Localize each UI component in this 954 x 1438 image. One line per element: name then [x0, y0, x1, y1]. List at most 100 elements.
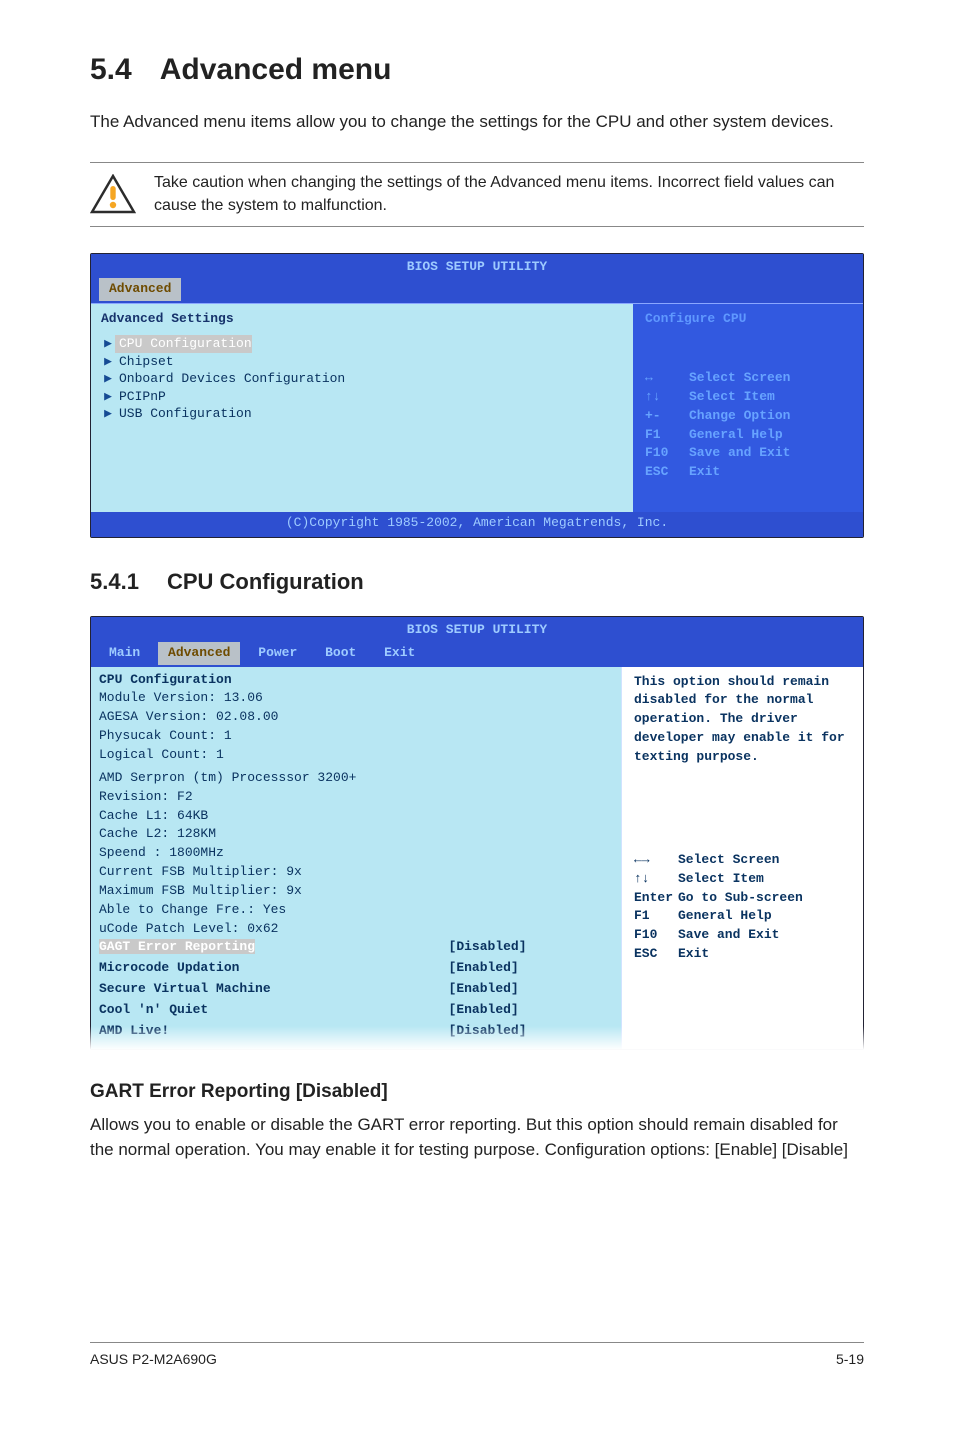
bios2-key-row: EnterGo to Sub-screen — [634, 889, 853, 908]
page-footer: ASUS P2-M2A690G 5-19 — [90, 1349, 864, 1369]
bios2-setting-label[interactable]: Microcode Updation — [99, 959, 449, 978]
bios2-tab-power[interactable]: Power — [248, 642, 307, 665]
bios1-key: ↔ — [645, 369, 689, 388]
bios1-header-line: Advanced Settings — [101, 310, 623, 329]
bios2-info-line: AMD Serpron (tm) Processsor 3200+ — [99, 769, 613, 788]
bios2-info-line: AGESA Version: 02.08.00 — [99, 708, 613, 727]
bios1-key: F10 — [645, 444, 689, 463]
bios2-key-row: F1General Help — [634, 907, 853, 926]
bios2-key-row: ↑↓Select Item — [634, 870, 853, 889]
bios1-key-desc: General Help — [689, 426, 783, 445]
bios1-title: BIOS SETUP UTILITY — [91, 254, 863, 279]
bios2-tab-advanced[interactable]: Advanced — [158, 642, 240, 665]
note-divider-bottom — [90, 226, 864, 227]
section-intro: The Advanced menu items allow you to cha… — [90, 110, 864, 135]
bios1-menu-label: Chipset — [115, 353, 174, 371]
submenu-arrow-icon: ▶ — [101, 370, 115, 388]
bios2-setting-value: [Disabled] — [449, 1022, 613, 1041]
bios2-info-line: Logical Count: 1 — [99, 746, 613, 765]
bios2-key-desc: Go to Sub-screen — [678, 889, 803, 908]
section-title-text: Advanced menu — [160, 53, 392, 86]
section-number: 5.4 — [90, 53, 132, 86]
bios1-key: ↑↓ — [645, 388, 689, 407]
bios2-setting-value: [Enabled] — [449, 1001, 613, 1020]
bios1-menu-item-cpu-config[interactable]: ▶CPU Configuration — [101, 335, 623, 353]
bios2-key-row: ESCExit — [634, 945, 853, 964]
bios1-key-desc: Change Option — [689, 407, 790, 426]
bios2-info-line: Cache L1: 64KB — [99, 807, 613, 826]
bios1-menu-label: USB Configuration — [115, 405, 252, 423]
bios1-menu-label: CPU Configuration — [115, 335, 252, 353]
bios1-help-text: Configure CPU — [645, 310, 853, 329]
bios2-key: ←→ — [634, 851, 678, 870]
bios1-tabs: Advanced — [91, 278, 863, 303]
bios1-key-desc: Exit — [689, 463, 720, 482]
bios2-key: F1 — [634, 907, 678, 926]
bios2-tabs: Main Advanced Power Boot Exit — [91, 642, 863, 667]
bios2-setting-value: [Enabled] — [449, 959, 613, 978]
bios1-key-desc: Save and Exit — [689, 444, 790, 463]
bios2-key-row: F10Save and Exit — [634, 926, 853, 945]
subsection-title-text: CPU Configuration — [167, 569, 364, 594]
bios2-title: BIOS SETUP UTILITY — [91, 617, 863, 642]
bios1-key: ESC — [645, 463, 689, 482]
submenu-arrow-icon: ▶ — [101, 335, 115, 353]
warning-icon — [90, 174, 136, 214]
bios1-key-row: +-Change Option — [645, 407, 853, 426]
bios2-key-desc: Select Screen — [678, 851, 779, 870]
bios1-key-desc: Select Screen — [689, 369, 790, 388]
bios-window-1: BIOS SETUP UTILITY Advanced Advanced Set… — [90, 253, 864, 539]
bios2-tab-exit[interactable]: Exit — [374, 642, 425, 665]
bios1-key: +- — [645, 407, 689, 426]
bios2-info-line: Current FSB Multiplier: 9x — [99, 863, 613, 882]
footer-divider — [90, 1342, 864, 1343]
bios2-info-line: Cache L2: 128KM — [99, 825, 613, 844]
item-body: Allows you to enable or disable the GART… — [90, 1113, 864, 1162]
bios1-menu-item-onboard[interactable]: ▶Onboard Devices Configuration — [101, 370, 623, 388]
bios2-help-text: This option should remain disabled for t… — [634, 673, 853, 767]
bios1-left-panel: Advanced Settings ▶CPU Configuration ▶Ch… — [91, 304, 633, 512]
bios2-info-line: CPU Configuration — [99, 671, 613, 690]
bios2-key-row: ←→Select Screen — [634, 851, 853, 870]
bios2-key-desc: General Help — [678, 907, 772, 926]
bios2-info-line: Speend : 1800MHz — [99, 844, 613, 863]
bios2-setting-row[interactable]: GAGT Error Reporting — [99, 938, 449, 957]
subsection-number: 5.4.1 — [90, 569, 139, 594]
bios1-menu-label: Onboard Devices Configuration — [115, 370, 345, 388]
bios1-menu-item-chipset[interactable]: ▶Chipset — [101, 353, 623, 371]
bios1-key: F1 — [645, 426, 689, 445]
bios2-setting-label[interactable]: AMD Live! — [99, 1022, 449, 1041]
bios2-info-line: Module Version: 13.06 — [99, 689, 613, 708]
bios2-tab-main[interactable]: Main — [99, 642, 150, 665]
bios2-key-desc: Select Item — [678, 870, 764, 889]
bios2-tab-boot[interactable]: Boot — [315, 642, 366, 665]
note-text: Take caution when changing the settings … — [154, 171, 864, 217]
bios2-setting-label[interactable]: Cool 'n' Quiet — [99, 1001, 449, 1020]
bios2-key-desc: Exit — [678, 945, 709, 964]
bios2-settings-grid: GAGT Error Reporting [Disabled] Microcode… — [99, 938, 613, 1040]
bios2-info-line: uCode Patch Level: 0x62 — [99, 920, 613, 939]
bios2-key: F10 — [634, 926, 678, 945]
bios2-help-panel: This option should remain disabled for t… — [621, 667, 863, 1049]
bios1-key-row: ↔Select Screen — [645, 369, 853, 388]
submenu-arrow-icon: ▶ — [101, 405, 115, 423]
submenu-arrow-icon: ▶ — [101, 388, 115, 406]
bios2-info-line: Revision: F2 — [99, 788, 613, 807]
submenu-arrow-icon: ▶ — [101, 353, 115, 371]
caution-note: Take caution when changing the settings … — [90, 154, 864, 234]
bios1-menu-item-pcipnp[interactable]: ▶PCIPnP — [101, 388, 623, 406]
bios2-info-line: Maximum FSB Multiplier: 9x — [99, 882, 613, 901]
bios1-key-desc: Select Item — [689, 388, 775, 407]
bios1-key-row: F1General Help — [645, 426, 853, 445]
footer-right: 5-19 — [836, 1349, 864, 1369]
bios1-menu-item-usb[interactable]: ▶USB Configuration — [101, 405, 623, 423]
bios2-info-line: Able to Change Fre.: Yes — [99, 901, 613, 920]
section-heading: 5.4 Advanced menu — [90, 48, 864, 92]
bios2-setting-label: GAGT Error Reporting — [99, 939, 255, 954]
bios2-setting-label[interactable]: Secure Virtual Machine — [99, 980, 449, 999]
bios1-help-panel: Configure CPU ↔Select Screen ↑↓Select It… — [633, 304, 863, 512]
bios2-key-desc: Save and Exit — [678, 926, 779, 945]
bios1-copyright: (C)Copyright 1985-2002, American Megatre… — [91, 512, 863, 537]
bios2-setting-value: [Enabled] — [449, 980, 613, 999]
bios1-tab-advanced[interactable]: Advanced — [99, 278, 181, 301]
